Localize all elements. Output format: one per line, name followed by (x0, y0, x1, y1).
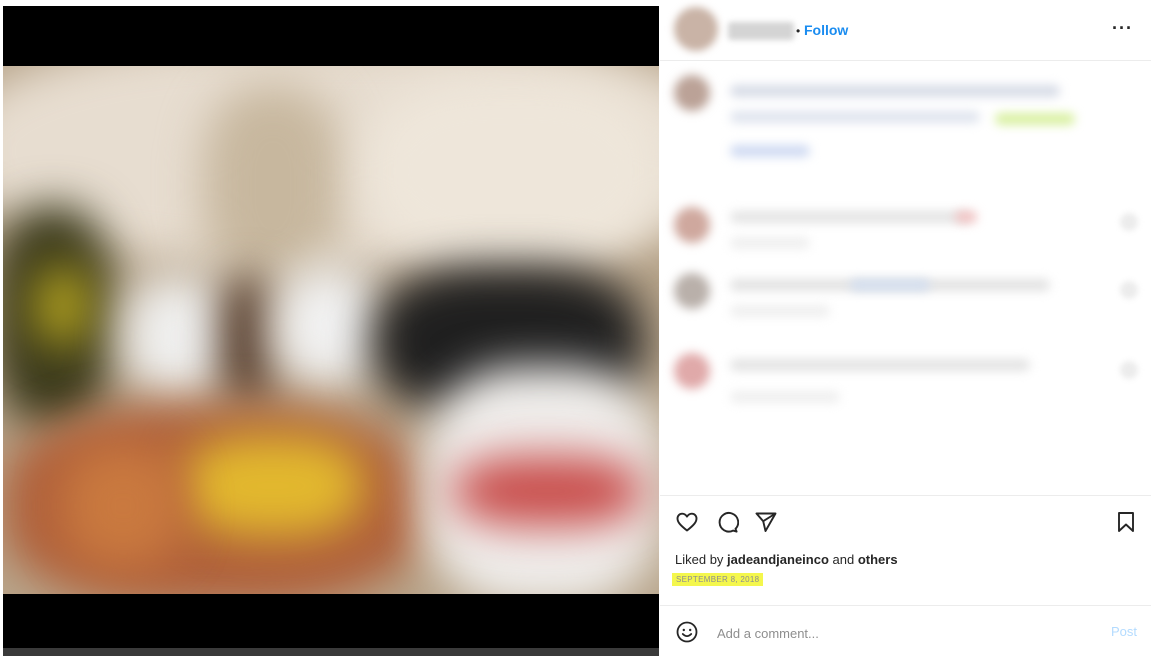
liked-by-prefix: Liked by (675, 552, 728, 567)
caption-avatar[interactable] (674, 75, 710, 111)
caption-text-redacted (730, 145, 810, 157)
commenter-avatar[interactable] (674, 207, 710, 243)
post-date[interactable]: SEPTEMBER 8, 2018 (672, 573, 764, 586)
comment-like-icon[interactable] (1120, 213, 1138, 231)
smiley-icon[interactable] (675, 620, 699, 644)
comment-like-icon[interactable] (1120, 361, 1138, 379)
follow-button[interactable]: Follow (804, 22, 848, 38)
post-photo (3, 66, 659, 594)
bookmark-icon[interactable] (1114, 510, 1138, 534)
heart-icon[interactable] (675, 510, 699, 534)
caption-hashtag-redacted (995, 113, 1075, 125)
liked-by-user-link[interactable]: jadeandjaneinco (727, 552, 829, 567)
comment-mention-redacted (850, 279, 930, 291)
comment-meta-redacted (730, 237, 810, 249)
liked-by-and: and (828, 552, 858, 567)
author-username-redacted[interactable] (728, 22, 794, 40)
comment-icon[interactable] (715, 510, 739, 534)
commenter-avatar[interactable] (674, 353, 710, 389)
post-button[interactable]: Post (1111, 624, 1137, 639)
media-bottom-edge (3, 648, 659, 656)
comment-input[interactable] (715, 620, 1089, 646)
comment-meta-redacted (730, 305, 830, 317)
comment-text-redacted (730, 211, 970, 223)
header-separator: • (796, 24, 801, 38)
comment-meta-redacted (730, 391, 840, 403)
comment-like-icon[interactable] (1120, 281, 1138, 299)
more-dots-icon[interactable]: ··· (1112, 18, 1133, 39)
caption-text-redacted (730, 111, 980, 123)
paper-plane-icon[interactable] (754, 510, 778, 534)
instagram-post-view: • Follow ··· Liked by jadeandjaneinco an… (0, 0, 1151, 658)
liked-by-others-link[interactable]: others (858, 552, 898, 567)
post-header: • Follow ··· (660, 0, 1151, 61)
post-sidebar: • Follow ··· Liked by jadeandjaneinco an… (660, 0, 1151, 658)
post-media[interactable] (3, 6, 659, 656)
comment-text-redacted (730, 359, 1030, 371)
caption-text-redacted (730, 85, 1060, 97)
add-comment-bar: Post (660, 605, 1151, 658)
post-actions: Liked by jadeandjaneinco and others SEPT… (660, 495, 1151, 606)
commenter-avatar[interactable] (674, 273, 710, 309)
comments-list[interactable] (660, 61, 1151, 495)
comment-emoji-redacted (955, 211, 977, 223)
likes-summary: Liked by jadeandjaneinco and others (675, 552, 898, 567)
author-avatar[interactable] (674, 7, 718, 51)
